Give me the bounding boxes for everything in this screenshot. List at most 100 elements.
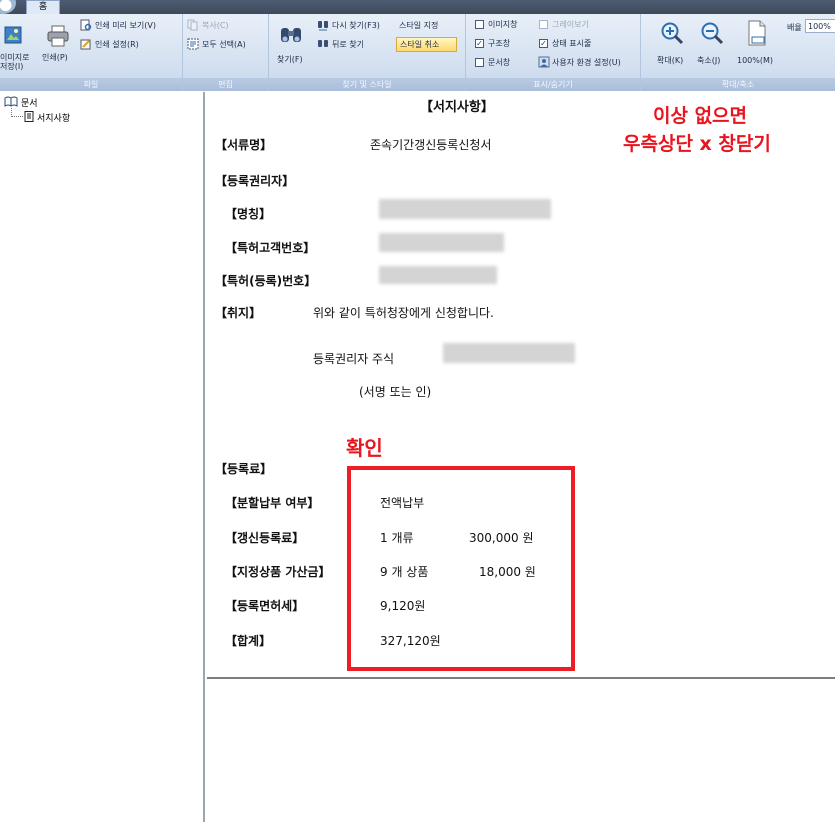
ribbon-group-view-label: 표시/숨기기	[466, 78, 640, 91]
copy-label: 복사(C)	[202, 21, 229, 30]
find-button[interactable]: 찾기(F)	[273, 16, 309, 74]
close-instruction-line-2: 우측상단 x 창닫기	[623, 133, 771, 155]
print-button[interactable]: 인쇄(P)	[40, 16, 74, 76]
select-all-label: 모두 선택(A)	[202, 40, 246, 49]
close-instruction-line-1: 이상 없으면	[653, 105, 748, 127]
signature-text: (서명 또는 인)	[359, 385, 432, 399]
structure-pane-checkbox[interactable]: ✓	[475, 39, 484, 48]
document-pane-label: 문서창	[488, 58, 511, 67]
confirm-annotation: 확인	[346, 436, 383, 460]
save-as-image-button[interactable]: 이미지로 저장(I)	[0, 16, 36, 76]
status-bar-checkbox[interactable]: ✓	[539, 39, 548, 48]
document-pane: 【서지사항】 【서류명】 존속기간갱신등록신청서 【등록권리자】 【명칭】 【특…	[207, 92, 835, 822]
tree-connector	[11, 108, 23, 117]
renewal-fee-label: 【갱신등록료】	[225, 531, 305, 545]
zoom-ratio-field[interactable]: 100%	[805, 19, 835, 33]
zoom-ratio-value: 100%	[808, 22, 831, 31]
holder-label: 【등록권리자】	[215, 174, 295, 188]
tree-node-bibliography[interactable]: 서지사항	[24, 111, 114, 124]
ribbon-group-find-label: 찾기 및 스타일	[269, 78, 465, 91]
image-pane-label: 이미지창	[488, 20, 518, 29]
purpose-label: 【취지】	[215, 306, 262, 320]
structure-pane-label: 구조창	[488, 39, 511, 48]
page-separator	[207, 677, 835, 679]
zoom-out-button[interactable]: 축소(J)	[695, 18, 727, 70]
status-bar-label: 상태 표시줄	[552, 39, 592, 48]
style-cancel-label: 스타일 취소	[400, 40, 440, 49]
find-previous-icon	[318, 40, 328, 47]
grayscale-checkbox[interactable]	[539, 20, 548, 29]
ribbon: 이미지로 저장(I) 인쇄(P) 인쇄 미리 보기(V) 인쇄 설정(R) 파일…	[0, 14, 835, 91]
ribbon-group-edit: 복사(C) 모두 선택(A) 편집	[183, 14, 269, 91]
patent-no-label: 【특허(등록)번호】	[215, 274, 317, 288]
style-set-label: 스타일 지정	[399, 21, 439, 30]
zoom-in-label: 확대(K)	[657, 56, 684, 65]
customer-no-label: 【특허고객번호】	[225, 241, 316, 255]
ribbon-group-zoom-label: 확대/축소	[641, 78, 835, 91]
installment-label: 【분할납부 여부】	[225, 496, 320, 510]
user-settings-button[interactable]: 사용자 환경 설정(U)	[538, 56, 638, 69]
doc-name-label: 【서류명】	[215, 138, 273, 152]
tree-node-root[interactable]: 문서	[4, 96, 74, 109]
document-icon	[24, 111, 34, 122]
redacted-patent-number	[379, 266, 497, 284]
copy-button[interactable]: 복사(C)	[187, 19, 265, 32]
name-label: 【명칭】	[225, 207, 272, 221]
page-100-icon	[748, 20, 766, 46]
redacted-name	[379, 199, 551, 219]
find-back-button[interactable]: 뒤로 찾기	[317, 38, 387, 51]
find-next-icon	[318, 21, 328, 31]
printer-icon	[47, 25, 69, 47]
select-all-icon	[187, 38, 199, 50]
ribbon-group-edit-label: 편집	[183, 78, 268, 91]
document-pane-checkbox[interactable]	[475, 58, 484, 67]
total-label: 【합계】	[225, 634, 272, 648]
print-settings-icon	[80, 39, 91, 50]
binoculars-icon	[281, 28, 301, 42]
license-tax-label: 【등록면허세】	[225, 599, 305, 613]
confirm-highlight-box	[347, 466, 575, 671]
structure-tree-pane: 문서 서지사항	[0, 92, 205, 822]
ribbon-group-find: 찾기(F) 다시 찾기(F3) 뒤로 찾기 스타일 지정 스타일 취소 찾기 및…	[269, 14, 466, 91]
user-settings-label: 사용자 환경 설정(U)	[552, 58, 621, 67]
app-window: 홈 이미지로 저장(I) 인쇄(P) 인쇄 미리 보기(V) 인쇄 설정(R) …	[0, 0, 835, 822]
zoom-ratio-label: 배율	[787, 23, 802, 32]
print-label: 인쇄(P)	[42, 53, 68, 62]
redacted-company-name	[443, 343, 575, 363]
tree-node-bibliography-label: 서지사항	[37, 114, 71, 124]
copy-icon	[187, 19, 198, 31]
ribbon-group-zoom: 확대(K) 축소(J) 100%(M) 배율 100% 확대/축소	[641, 14, 835, 91]
style-cancel-button[interactable]: 스타일 취소	[396, 37, 457, 52]
zoom-in-icon	[661, 22, 684, 45]
user-settings-icon	[538, 56, 550, 68]
tree-node-root-label: 문서	[21, 99, 38, 109]
print-preview-label: 인쇄 미리 보기(V)	[95, 21, 156, 30]
app-menu-button[interactable]	[0, 0, 16, 14]
doc-title: 【서지사항】	[420, 100, 494, 115]
ribbon-tab-strip: 홈	[0, 0, 835, 14]
doc-name-value: 존속기간갱신등록신청서	[370, 138, 492, 152]
print-settings-label: 인쇄 설정(R)	[95, 40, 139, 49]
save-as-image-label-2: 저장(I)	[0, 62, 24, 71]
designated-fee-label: 【지정상품 가산금】	[225, 565, 331, 579]
find-label: 찾기(F)	[277, 55, 303, 64]
ribbon-group-file-label: 파일	[0, 78, 182, 91]
image-pane-checkbox[interactable]	[475, 20, 484, 29]
zoom-in-button[interactable]: 확대(K)	[655, 18, 687, 70]
tab-home[interactable]: 홈	[26, 0, 60, 14]
ribbon-group-file: 이미지로 저장(I) 인쇄(P) 인쇄 미리 보기(V) 인쇄 설정(R) 파일	[0, 14, 183, 91]
print-preview-button[interactable]: 인쇄 미리 보기(V)	[80, 19, 180, 32]
print-settings-button[interactable]: 인쇄 설정(R)	[80, 38, 180, 51]
image-save-icon	[4, 26, 22, 44]
zoom-out-label: 축소(J)	[697, 56, 721, 65]
signer-text: 등록권리자 주식	[313, 352, 395, 366]
find-again-button[interactable]: 다시 찾기(F3)	[317, 19, 395, 32]
print-preview-icon	[80, 19, 92, 31]
style-set-button[interactable]: 스타일 지정	[397, 19, 463, 32]
find-again-label: 다시 찾기(F3)	[332, 21, 380, 30]
zoom-out-icon	[701, 22, 724, 45]
zoom-100-button[interactable]: 100%(M)	[737, 18, 773, 70]
select-all-button[interactable]: 모두 선택(A)	[187, 38, 265, 51]
fee-label: 【등록료】	[215, 462, 273, 476]
open-book-icon	[4, 96, 18, 107]
